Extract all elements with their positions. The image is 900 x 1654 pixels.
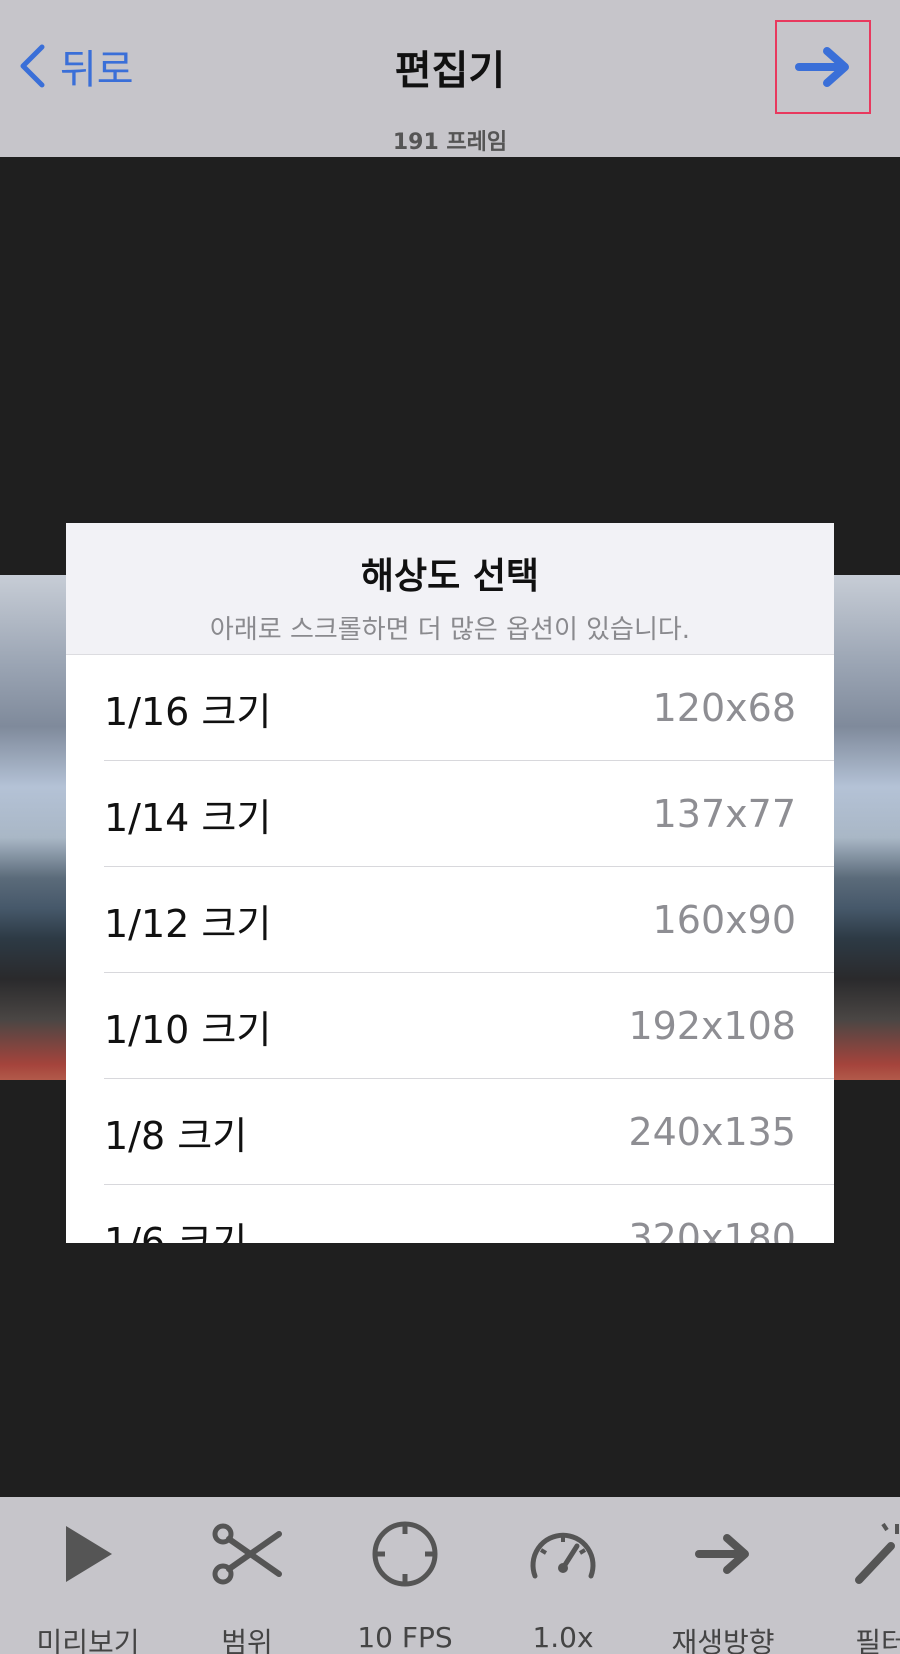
resolution-option-list[interactable]: 1/16 크기 120x68 1/14 크기 137x77 1/12 크기 16… [66,655,834,1243]
option-resolution: 160x90 [652,898,796,942]
option-resolution: 137x77 [652,792,796,836]
tool-label: 1.0x [532,1621,594,1654]
crosshair-icon [372,1521,438,1587]
speedometer-icon [530,1532,596,1579]
direction-button[interactable]: 재생방향 [648,1517,798,1654]
option-label: 1/12 크기 [104,901,272,946]
tool-label: 10 FPS [357,1621,453,1654]
arrow-right-icon [795,47,849,87]
dialog-title: 해상도 선택 [360,556,540,597]
magic-wand-icon [855,1522,899,1584]
option-label: 1/8 크기 [104,1113,248,1158]
next-button[interactable] [775,20,871,114]
tool-label: 필터 [855,1626,900,1654]
dialog-header: 해상도 선택 아래로 스크롤하면 더 많은 옵션이 있습니다. [66,523,834,655]
tool-label: 범위 [221,1626,273,1654]
filter-button[interactable]: 필터 [806,1517,900,1654]
tool-label: 미리보기 [36,1626,140,1654]
option-resolution: 120x68 [652,686,796,730]
option-label: 1/14 크기 [104,795,272,840]
preview-button[interactable]: 미리보기 [13,1517,163,1654]
page-title: 편집기 [394,48,506,94]
range-button[interactable]: 범위 [172,1517,322,1654]
resolution-option[interactable]: 1/6 크기 320x180 [66,1185,834,1243]
fps-button[interactable]: 10 FPS [330,1517,480,1654]
scissors-icon [212,1523,282,1585]
resolution-option[interactable]: 1/10 크기 192x108 [66,973,834,1079]
speed-button[interactable]: 1.0x [488,1517,638,1654]
frame-count: 191 프레임 [392,130,508,155]
option-label: 1/6 크기 [104,1219,248,1244]
navigation-bar: 뒤로 편집기 191 프레임 [0,0,900,157]
play-icon [66,1526,112,1582]
resolution-option[interactable]: 1/16 크기 120x68 [66,655,834,761]
option-resolution: 320x180 [628,1216,796,1243]
resolution-option[interactable]: 1/14 크기 137x77 [66,761,834,867]
tool-label: 재생방향 [671,1626,775,1654]
resolution-option[interactable]: 1/12 크기 160x90 [66,867,834,973]
option-label: 1/16 크기 [104,689,272,734]
option-resolution: 192x108 [628,1004,796,1048]
dialog-subtitle: 아래로 스크롤하면 더 많은 옵션이 있습니다. [209,615,691,645]
resolution-dialog: 해상도 선택 아래로 스크롤하면 더 많은 옵션이 있습니다. 1/16 크기 … [66,523,834,1243]
bottom-toolbar: 미리보기 범위 10 FPS 1.0x 재생방향 필터 [0,1497,900,1654]
option-label: 1/10 크기 [104,1007,272,1052]
option-resolution: 240x135 [628,1110,796,1154]
resolution-option[interactable]: 1/8 크기 240x135 [66,1079,834,1185]
arrow-right-icon [695,1534,749,1574]
